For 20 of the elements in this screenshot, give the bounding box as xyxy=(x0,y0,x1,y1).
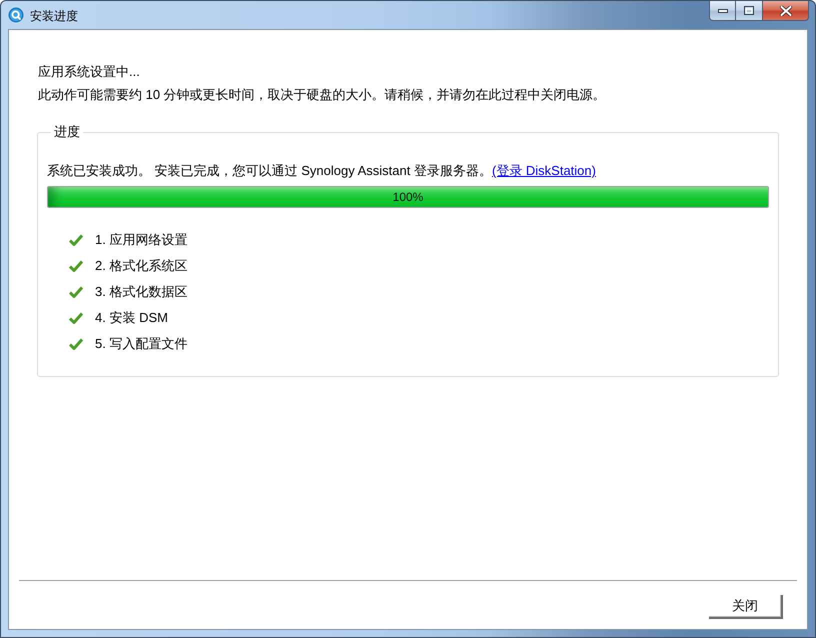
maximize-button[interactable] xyxy=(736,1,763,21)
step-label: 4. 安装 DSM xyxy=(95,309,168,327)
step-label: 1. 应用网络设置 xyxy=(95,231,188,249)
close-dialog-button[interactable]: 关闭 xyxy=(709,595,783,619)
minimize-button[interactable] xyxy=(709,1,736,21)
step-label: 3. 格式化数据区 xyxy=(95,283,188,301)
maximize-icon xyxy=(744,6,754,15)
install-status-message: 系统已安装成功。 安装已完成，您可以通过 Synology Assistant 登录服务器。(登录 DiskStation) xyxy=(47,162,597,180)
close-button[interactable] xyxy=(763,1,809,21)
minimize-icon xyxy=(718,8,728,12)
progress-percentage: 100% xyxy=(392,190,424,204)
group-legend: 进度 xyxy=(51,123,83,141)
login-link[interactable]: (登录 DiskStation) xyxy=(492,163,596,178)
notice-text: 此动作可能需要约 10 分钟或更长时间，取决于硬盘的大小。请稍候，并请勿在此过程中关闭电源。 xyxy=(38,86,607,104)
close-icon xyxy=(780,6,792,16)
window-title: 安装进度 xyxy=(30,8,78,24)
step-label: 2. 格式化系统区 xyxy=(95,257,188,275)
status-text: 应用系统设置中... xyxy=(38,63,141,81)
step-label: 5. 写入配置文件 xyxy=(95,335,188,353)
app-icon xyxy=(8,7,24,23)
